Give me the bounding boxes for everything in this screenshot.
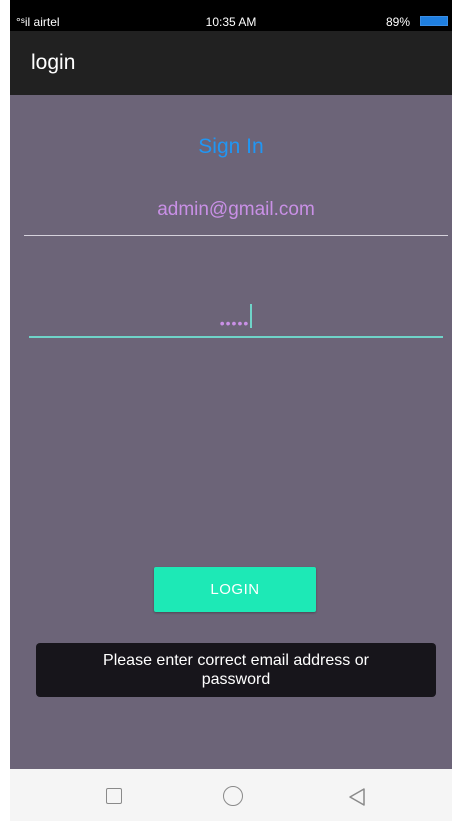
email-value: admin@gmail.com <box>157 199 315 220</box>
status-bar: °ˢil airtel 10:35 AM 89% <box>10 0 452 31</box>
sign-in-heading: Sign In <box>198 135 264 158</box>
text-cursor <box>250 304 253 328</box>
home-icon[interactable] <box>223 786 243 806</box>
email-field[interactable]: admin@gmail.com <box>24 199 448 236</box>
app-title: login <box>31 51 76 74</box>
app-bar: login <box>10 31 452 95</box>
back-icon[interactable] <box>346 786 368 808</box>
battery-icon <box>420 16 448 26</box>
error-toast: Please enter correct email address or pa… <box>36 643 436 697</box>
battery-percent: 89% <box>385 15 410 29</box>
navigation-bar <box>10 769 452 821</box>
recent-apps-icon[interactable] <box>106 788 122 804</box>
password-field[interactable]: ••••• <box>29 300 443 338</box>
toast-message: Please enter correct email address or pa… <box>103 652 369 688</box>
password-value: ••••• <box>219 315 250 332</box>
login-button[interactable]: LOGIN <box>154 567 316 612</box>
login-screen: Sign In admin@gmail.com ••••• LOGIN Plea… <box>10 95 452 769</box>
